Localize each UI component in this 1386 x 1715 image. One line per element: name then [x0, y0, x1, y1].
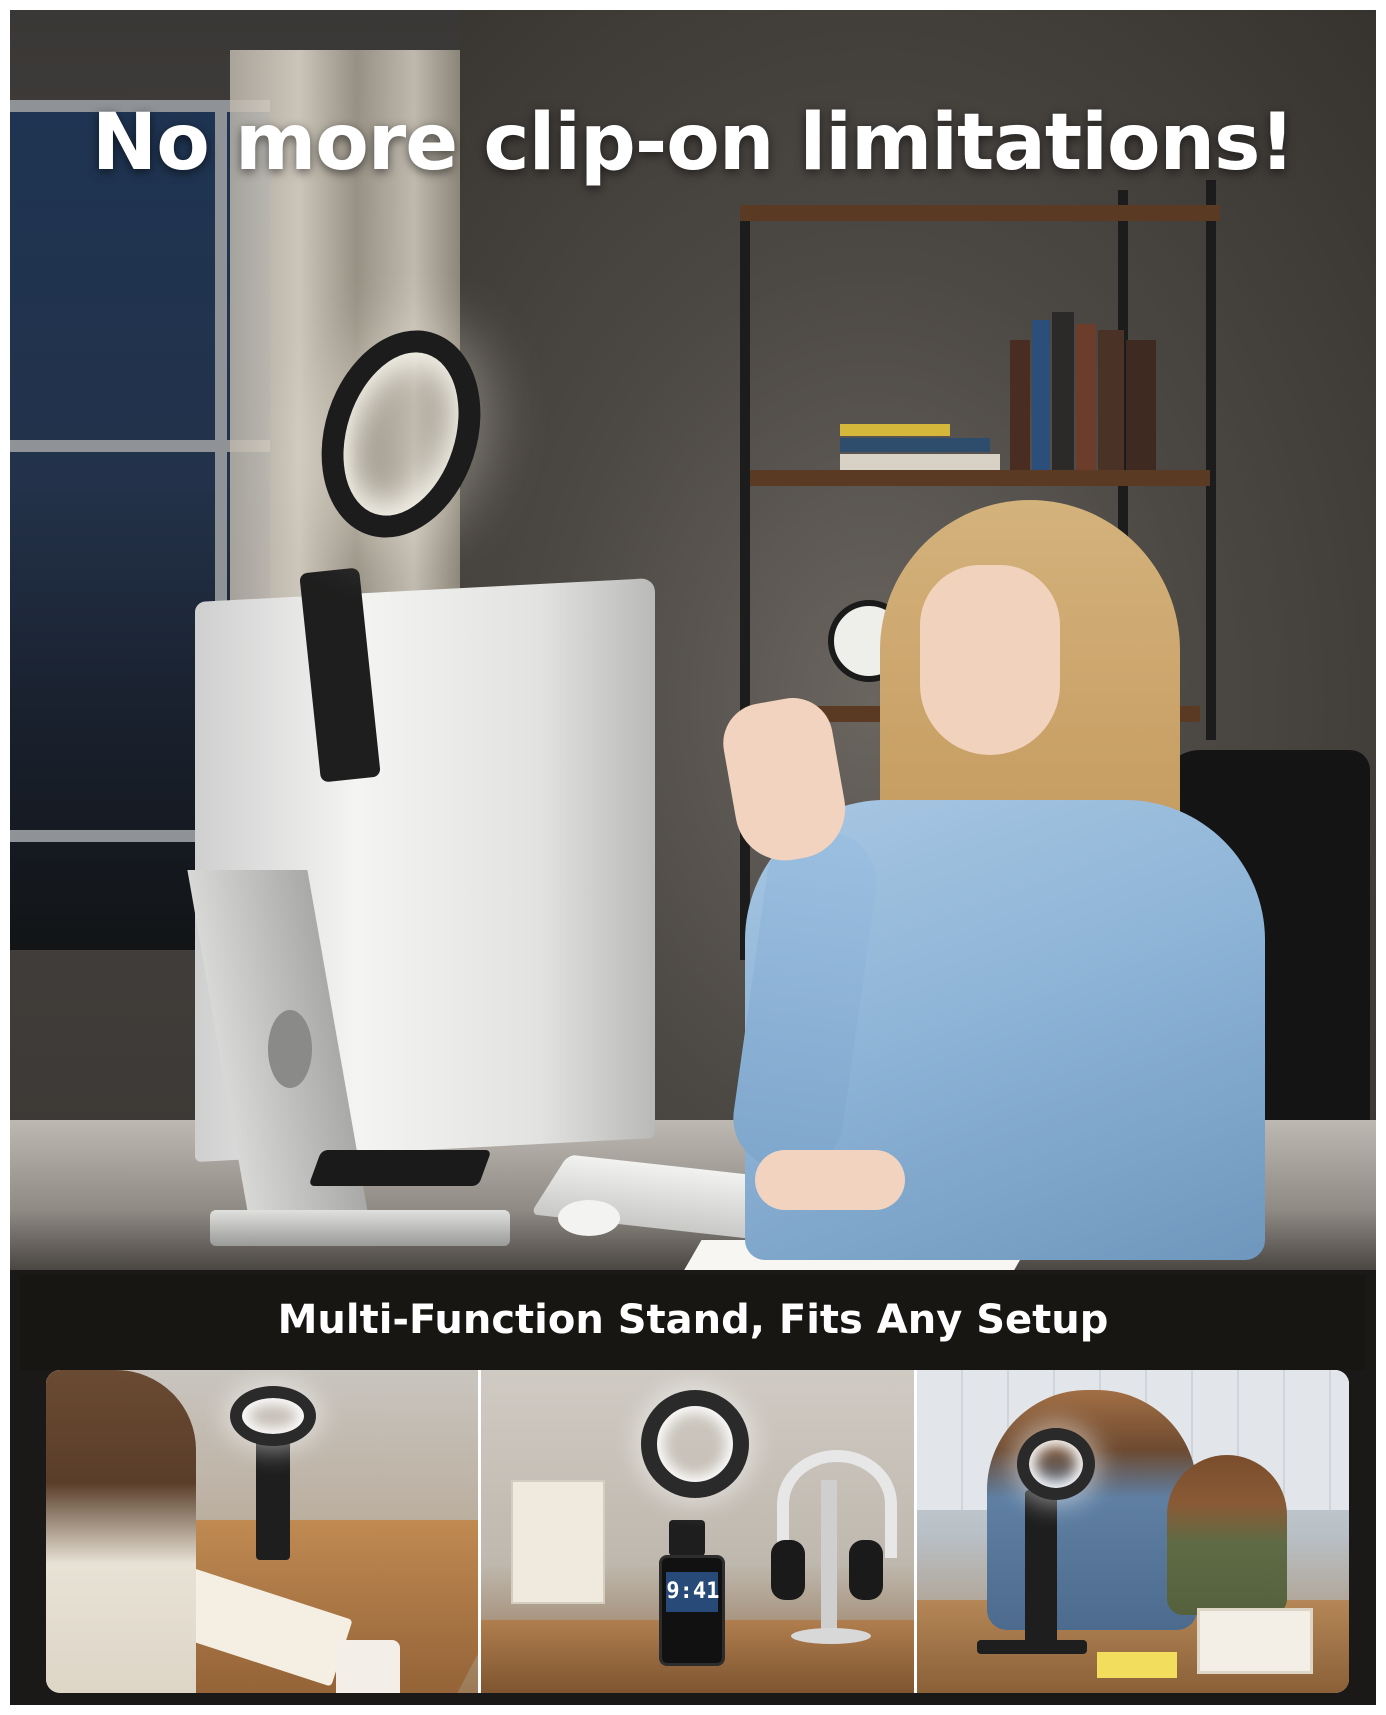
stand-cutout — [268, 1010, 312, 1088]
subheadline: Multi-Function Stand, Fits Any Setup — [277, 1297, 1109, 1343]
panel-family-puzzle — [916, 1370, 1349, 1693]
headphone-stand-base — [791, 1628, 872, 1644]
subheadline-band: Multi-Function Stand, Fits Any Setup — [20, 1275, 1366, 1370]
shelf-board — [750, 470, 1210, 486]
smartphone: 9:41 — [659, 1555, 726, 1666]
panel-reading — [46, 1370, 479, 1693]
desk-stand — [1024, 1490, 1057, 1650]
phone-clamp — [669, 1520, 706, 1556]
ring-light-icon — [641, 1390, 750, 1498]
child — [1166, 1455, 1287, 1615]
headline: No more clip-on limitations! — [91, 98, 1295, 188]
product-image-frame: No more clip-on limitations! Multi-Funct… — [10, 10, 1376, 1705]
shelf-post — [1206, 180, 1216, 740]
phone-clock: 9:41 — [666, 1572, 719, 1612]
book-stack — [840, 424, 1000, 470]
monitor-base — [210, 1210, 510, 1246]
reading-person — [46, 1370, 196, 1693]
mug-icon — [336, 1640, 400, 1693]
books — [1010, 308, 1160, 470]
headphone-cup — [849, 1540, 884, 1600]
father — [986, 1390, 1197, 1630]
sticky-notes — [1096, 1652, 1177, 1678]
smartphone — [308, 1150, 492, 1186]
shelf-post — [740, 210, 750, 960]
puzzle-box — [1196, 1608, 1313, 1674]
panel-phone-stand: 9:41 — [481, 1370, 914, 1693]
earbuds-case — [558, 1200, 620, 1236]
headphone-cup — [771, 1540, 806, 1600]
woman-face — [920, 565, 1060, 755]
wall-art — [511, 1480, 606, 1604]
ring-light-icon — [230, 1386, 316, 1446]
typing-hand — [755, 1150, 905, 1210]
stand-base — [976, 1640, 1087, 1654]
ring-light-icon — [1016, 1428, 1095, 1500]
shelf-board — [740, 205, 1220, 221]
desk-stand — [256, 1440, 290, 1560]
usage-panels: 9:41 — [46, 1370, 1349, 1693]
hero-scene: No more clip-on limitations! — [10, 10, 1376, 1270]
